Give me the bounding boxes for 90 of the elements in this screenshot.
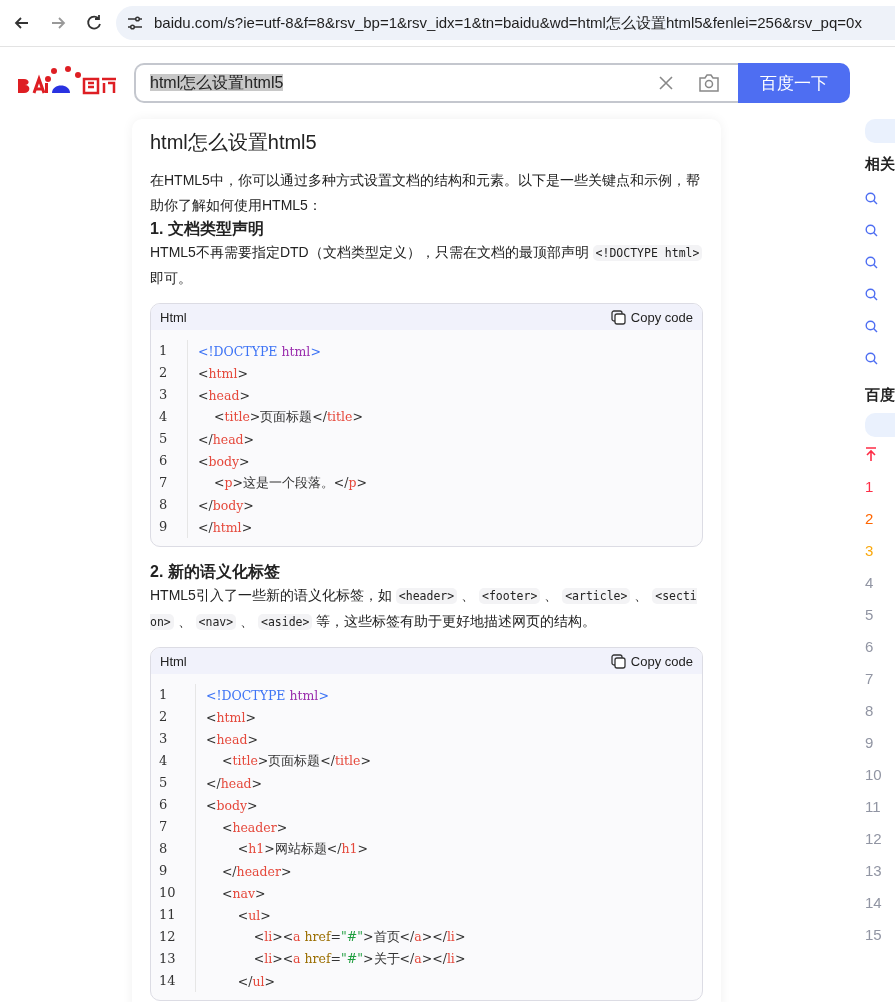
close-icon[interactable] [658,75,674,91]
search-button[interactable]: 百度一下 [738,63,850,103]
copy-code-button[interactable]: Copy code [610,653,693,669]
line-number: 5 [159,428,188,450]
search-icon[interactable] [865,319,878,333]
line-number: 13 [159,948,196,970]
line-number: 6 [159,794,196,816]
code-language: Html [160,653,187,669]
site-settings-icon[interactable] [126,14,144,32]
line-number: 4 [159,750,196,772]
line-number: 8 [159,838,196,860]
code-line: <html> [205,709,256,725]
search-field[interactable]: html怎么设置html5 [134,63,738,103]
code-line: </html> [197,519,253,535]
section-heading: 1. 文档类型声明 [150,219,265,239]
code-line: <body> [205,797,258,813]
line-number: 1 [159,340,188,362]
code-line: <li><a href="#">关于</a></li> [252,950,466,968]
paragraph: HTML5不再需要指定DTD（文档类型定义），只需在文档的最顶部声明 <!DOCTYPE html> 即可。 [150,240,703,291]
copy-code-button[interactable]: Copy code [610,309,693,325]
line-number: 7 [159,472,188,494]
line-number: 3 [159,728,196,750]
code-line: <title>页面标题</title> [212,408,363,426]
paragraph: 在HTML5中，你可以通过多种方式设置文档的结构和元素。以下是一些关键点和示例，帮助你了解如何使用HTML5： [150,171,701,215]
rank-number: 2 [865,509,875,529]
rank-number: 11 [865,797,882,817]
rank-number: 12 [865,829,883,849]
line-number: 12 [159,926,196,948]
search-icon[interactable] [865,287,878,301]
code-line: </head> [205,775,263,791]
code-line: <!DOCTYPE html> [197,343,321,359]
rank-number: 3 [865,541,875,561]
rank-number: 15 [865,925,883,945]
code-line: <!DOCTYPE html> [205,687,329,703]
code-line: <body> [197,453,250,469]
rank-number: 6 [865,637,875,657]
line-number: 1 [159,684,196,706]
url-text: baidu.com/s?ie=utf-8&f=8&rsv_bp=1&rsv_idx=1&tn=baidu&wd=html怎么设置html5&fenlei=256&rsv_pq=0x [154,13,862,33]
code-line: </head> [197,431,255,447]
rank-number: 4 [865,573,875,593]
rank-number: 8 [865,701,875,721]
code-line: <head> [197,387,250,403]
code-line: <ul> [236,907,271,923]
line-number: 5 [159,772,196,794]
code-line: </header> [220,863,292,879]
line-number: 2 [159,706,196,728]
line-number: 10 [159,882,196,904]
rank-number: 14 [865,893,883,913]
answer-title: html怎么设置html5 [150,130,318,155]
line-number: 9 [159,516,188,538]
code-line: <header> [220,819,288,835]
line-number: 4 [159,406,188,428]
search-query: html怎么设置html5 [150,73,284,91]
search-icon[interactable] [865,255,878,269]
code-line: <title>页面标题</title> [220,752,371,770]
copy-icon [610,653,626,669]
code-line: <nav> [220,885,266,901]
line-number: 14 [159,970,196,992]
sidebar-heading: 百度 [865,386,895,405]
line-number: 9 [159,860,196,882]
search-icon[interactable] [865,351,878,365]
line-number: 8 [159,494,188,516]
code-line: <head> [205,731,258,747]
line-number: 2 [159,362,188,384]
code-line: <li><a href="#">首页</a></li> [252,928,466,946]
code-line: <p>这是一个段落。</p> [212,474,368,492]
code-line: </ul> [236,973,276,989]
code-line: <h1>网站标题</h1> [236,840,368,858]
copy-icon [610,309,626,325]
code-line: </body> [197,497,254,513]
line-number: 7 [159,816,196,838]
rank-number: 13 [865,861,883,881]
line-number: 6 [159,450,188,472]
rank-number: 7 [865,669,875,689]
line-number: 11 [159,904,196,926]
rank-number: 9 [865,733,875,753]
address-bar[interactable]: baidu.com/s?ie=utf-8&f=8&rsv_bp=1&rsv_idx=1&tn=baidu&wd=html怎么设置html5&fenlei=256&rsv_pq=0x [116,6,895,40]
pin-top-icon [865,447,877,461]
search-icon[interactable] [865,191,878,205]
rank-number: 5 [865,605,875,625]
search-icon[interactable] [865,223,878,237]
rank-number: 1 [865,477,875,497]
code-language: Html [160,309,187,325]
camera-icon[interactable] [698,74,720,92]
code-line: <html> [197,365,248,381]
paragraph: HTML5引入了一些新的语义化标签，如 <header> 、 <footer> 、 <article> 、 <section> 、 <nav> 、 <aside> 等，这些标签有助于更好地描述网页的结构。 [150,586,698,632]
section-heading: 2. 新的语义化标签 [150,562,281,582]
sidebar-heading: 相关 [865,155,895,174]
line-number: 3 [159,384,188,406]
rank-number: 10 [865,765,883,785]
